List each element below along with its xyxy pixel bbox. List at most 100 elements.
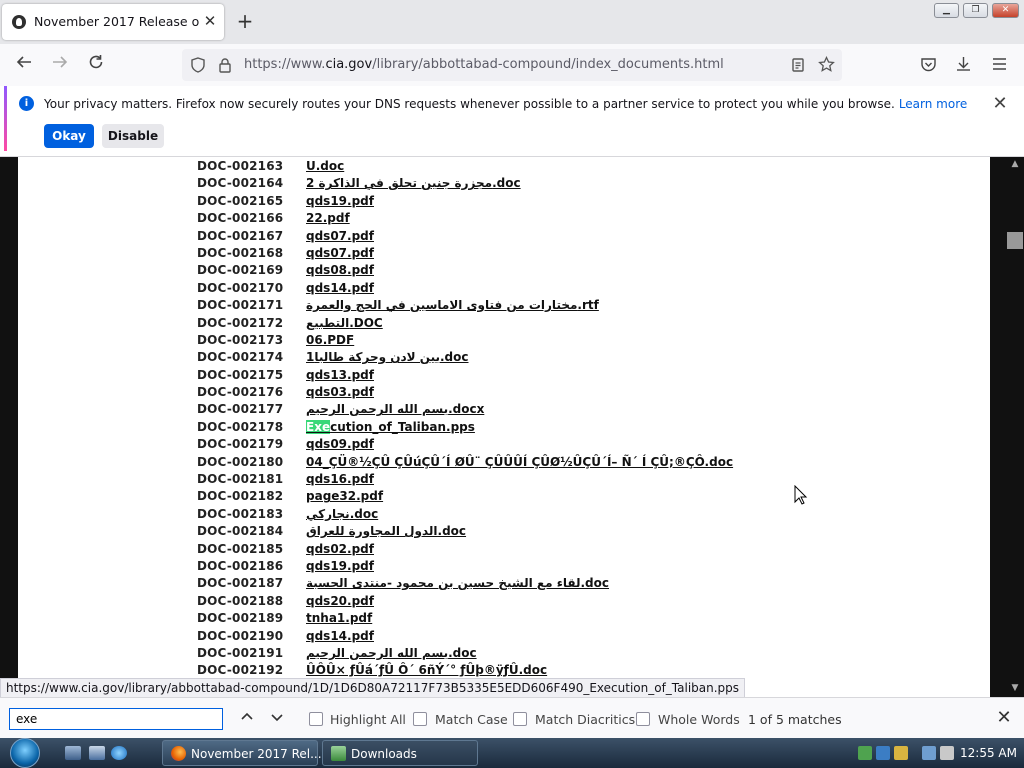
disable-button[interactable]: Disable <box>102 124 164 148</box>
notification-message: Your privacy matters. Firefox now secure… <box>44 97 968 111</box>
scroll-up-icon[interactable]: ▲ <box>1009 159 1021 171</box>
highlight-all-label[interactable]: Highlight All <box>330 712 406 727</box>
find-previous-button[interactable] <box>236 708 258 730</box>
document-file-link[interactable]: 06.PDF <box>306 333 354 347</box>
document-id: DOC-002179 <box>197 437 284 452</box>
match-case-checkbox[interactable] <box>413 712 427 726</box>
document-file-link[interactable]: نجاركي.doc <box>306 507 378 521</box>
document-file-link[interactable]: بسم الله الرحمن الرحيم.docx <box>306 402 484 416</box>
tab-title: November 2017 Release of Abbottabad <box>34 14 199 29</box>
document-id: DOC-002167 <box>197 228 284 243</box>
document-file-link[interactable]: qds07.pdf <box>306 229 374 243</box>
learn-more-link[interactable]: Learn more <box>899 97 967 111</box>
match-case-label[interactable]: Match Case <box>435 712 508 727</box>
reload-button[interactable] <box>84 53 108 77</box>
document-file-link[interactable]: qds03.pdf <box>306 385 374 399</box>
document-file-link[interactable]: page32.pdf <box>306 489 383 503</box>
match-diacritics-label[interactable]: Match Diacritics <box>535 712 635 727</box>
document-id: DOC-002171 <box>197 298 284 313</box>
find-input[interactable]: exe <box>9 708 223 730</box>
taskbar-item-downloads[interactable]: Downloads <box>322 740 478 766</box>
document-file-link[interactable]: الدول المجاورة للعراق.doc <box>306 524 466 538</box>
downloads-icon[interactable] <box>955 55 972 77</box>
document-file-link[interactable]: qds20.pdf <box>306 594 374 608</box>
bookmark-star-icon[interactable] <box>818 55 835 77</box>
document-file-link[interactable]: qds19.pdf <box>306 194 374 208</box>
find-next-button[interactable] <box>266 708 288 730</box>
pocket-icon[interactable] <box>920 56 937 77</box>
document-file-link[interactable]: tnha1.pdf <box>306 611 372 625</box>
tab-active[interactable]: November 2017 Release of Abbottabad ✕ <box>2 4 224 40</box>
document-id: DOC-002192 <box>197 663 284 678</box>
url-bar[interactable]: https://www.cia.gov/library/abbottabad-c… <box>182 49 842 81</box>
url-text[interactable]: https://www.cia.gov/library/abbottabad-c… <box>244 57 724 72</box>
page-scrollbar[interactable]: ▲ ▼ <box>1006 157 1024 697</box>
document-file-link[interactable]: Execution_of_Taliban.pps <box>306 419 475 434</box>
window-close-button[interactable]: ✕ <box>992 3 1019 18</box>
back-arrow-icon <box>16 56 31 68</box>
document-file-link[interactable]: لقاء مع الشيخ حسين بن محمود -منتدى الحسب… <box>306 576 609 590</box>
document-file-link[interactable]: 2 مجزرة جنين تحلق في الذاكرة.doc <box>306 176 521 190</box>
document-id: DOC-002180 <box>197 454 284 469</box>
document-file-link[interactable]: qds14.pdf <box>306 629 374 643</box>
back-button[interactable] <box>12 53 36 77</box>
match-diacritics-checkbox[interactable] <box>513 712 527 726</box>
show-desktop-icon[interactable] <box>65 746 81 760</box>
tray-app-icon-2[interactable] <box>876 746 890 760</box>
switch-windows-icon[interactable] <box>89 746 105 760</box>
document-file-link[interactable]: qds09.pdf <box>306 437 374 451</box>
document-file-link[interactable]: بسم الله الرحمن الرحيم.doc <box>306 646 477 660</box>
volume-muted-icon[interactable] <box>940 746 954 760</box>
document-file-link[interactable]: ÛÔÛ× ƒÛá´ƒÛ Ô´ 6ñÝ´° ƒÛþ®ÿƒÛ.doc <box>306 663 547 677</box>
taskbar-item-firefox[interactable]: November 2017 Rel... <box>162 740 322 766</box>
site-favicon-icon <box>12 15 26 29</box>
document-file-link[interactable]: التطبيع.DOC <box>306 316 383 330</box>
tab-close-button[interactable]: ✕ <box>202 11 218 31</box>
web-page: DOC-002163 U.doc DOC-002164 2 مجزرة جنين تح… <box>18 157 990 697</box>
document-id: DOC-002168 <box>197 245 284 260</box>
document-file-link[interactable]: qds16.pdf <box>306 472 374 486</box>
document-file-link[interactable]: U.doc <box>306 159 344 173</box>
document-file-link[interactable]: qds02.pdf <box>306 542 374 556</box>
document-id: DOC-002189 <box>197 611 284 626</box>
scrollbar-thumb[interactable] <box>1007 232 1023 249</box>
document-file-link[interactable]: مختارات من فتاوى الاماسين في الحج والعمر… <box>306 298 599 312</box>
find-match-highlight: Exe <box>306 419 331 434</box>
document-file-link[interactable]: 22.pdf <box>306 211 350 225</box>
maximize-button[interactable]: ❐ <box>963 3 988 18</box>
document-file-link[interactable]: 04_ÇÜ®½ÇÛ ÇÛúÇÛ´Í ØÛ¨ ÇÛÛÛÍ ÇÛØ½ÛÇÛ´Í– Ñ… <box>306 455 733 469</box>
document-file-link[interactable]: 1بين لادن وحركة طالبا.doc <box>306 350 469 364</box>
new-tab-button[interactable]: + <box>234 10 256 32</box>
tray-app-icon[interactable] <box>858 746 872 760</box>
highlight-all-checkbox[interactable] <box>309 712 323 726</box>
document-file-link[interactable]: qds07.pdf <box>306 246 374 260</box>
notification-close-icon[interactable]: ✕ <box>990 94 1010 114</box>
find-close-icon[interactable]: ✕ <box>994 708 1014 728</box>
minimize-button[interactable]: ▁ <box>934 3 959 18</box>
whole-words-label[interactable]: Whole Words <box>658 712 740 727</box>
network-icon[interactable] <box>922 746 936 760</box>
reload-icon <box>89 55 103 69</box>
document-file-link[interactable]: qds13.pdf <box>306 368 374 382</box>
notification-accent <box>4 86 7 151</box>
document-file-link[interactable]: qds08.pdf <box>306 263 374 277</box>
hamburger-menu-icon[interactable] <box>991 56 1008 76</box>
scroll-down-icon[interactable]: ▼ <box>1009 683 1021 695</box>
forward-button[interactable] <box>48 53 72 77</box>
document-id: DOC-002165 <box>197 193 284 208</box>
taskbar-clock[interactable]: 12:55 AM <box>960 746 1017 760</box>
tray-app-icon-3[interactable] <box>894 746 908 760</box>
reader-view-icon[interactable] <box>790 57 806 77</box>
document-file-link[interactable]: qds19.pdf <box>306 559 374 573</box>
status-link-url: https://www.cia.gov/library/abbottabad-c… <box>0 678 746 698</box>
document-id: DOC-002183 <box>197 506 284 521</box>
internet-explorer-icon[interactable] <box>111 746 127 760</box>
start-button[interactable] <box>10 738 40 768</box>
tab-strip: November 2017 Release of Abbottabad ✕ + … <box>0 0 1024 44</box>
downloads-window-icon <box>331 746 346 761</box>
tracking-protection-shield-icon[interactable] <box>190 57 206 77</box>
whole-words-checkbox[interactable] <box>636 712 650 726</box>
document-file-link[interactable]: qds14.pdf <box>306 281 374 295</box>
okay-button[interactable]: Okay <box>44 124 94 148</box>
lock-icon[interactable] <box>218 57 232 77</box>
